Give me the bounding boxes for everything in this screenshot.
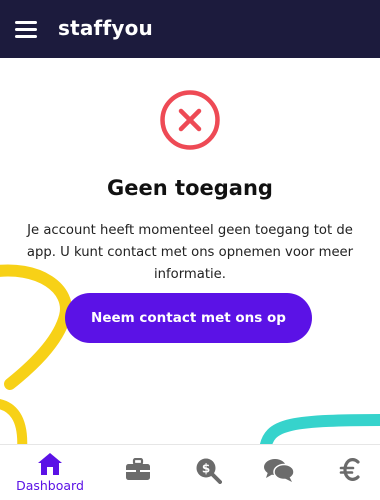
page-title: Geen toegang [107,176,273,200]
svg-text:$: $ [202,462,210,476]
bottom-navigation: Dashboard $ [0,444,380,500]
euro-icon [339,458,360,481]
close-circle-icon [160,90,220,150]
nav-label-dashboard: Dashboard [16,478,84,493]
nav-item-payments[interactable] [336,445,364,500]
nav-item-dashboard[interactable]: Dashboard [14,445,86,500]
chat-icon [264,459,295,482]
briefcase-icon [126,458,150,480]
main-content: Geen toegang Je account heeft momenteel … [0,58,380,444]
nav-item-jobs[interactable] [122,445,154,500]
hamburger-menu-icon[interactable] [15,19,37,39]
app-logo: staffyou [58,16,153,40]
nav-item-messages[interactable] [262,445,296,500]
access-message: Je account heeft momenteel geen toegang … [26,223,354,282]
contact-us-button[interactable]: Neem contact met ons op [65,293,312,343]
nav-item-earnings[interactable]: $ [192,445,224,500]
money-search-icon: $ [196,458,222,484]
home-icon [38,453,62,475]
app-header: staffyou [0,0,380,58]
